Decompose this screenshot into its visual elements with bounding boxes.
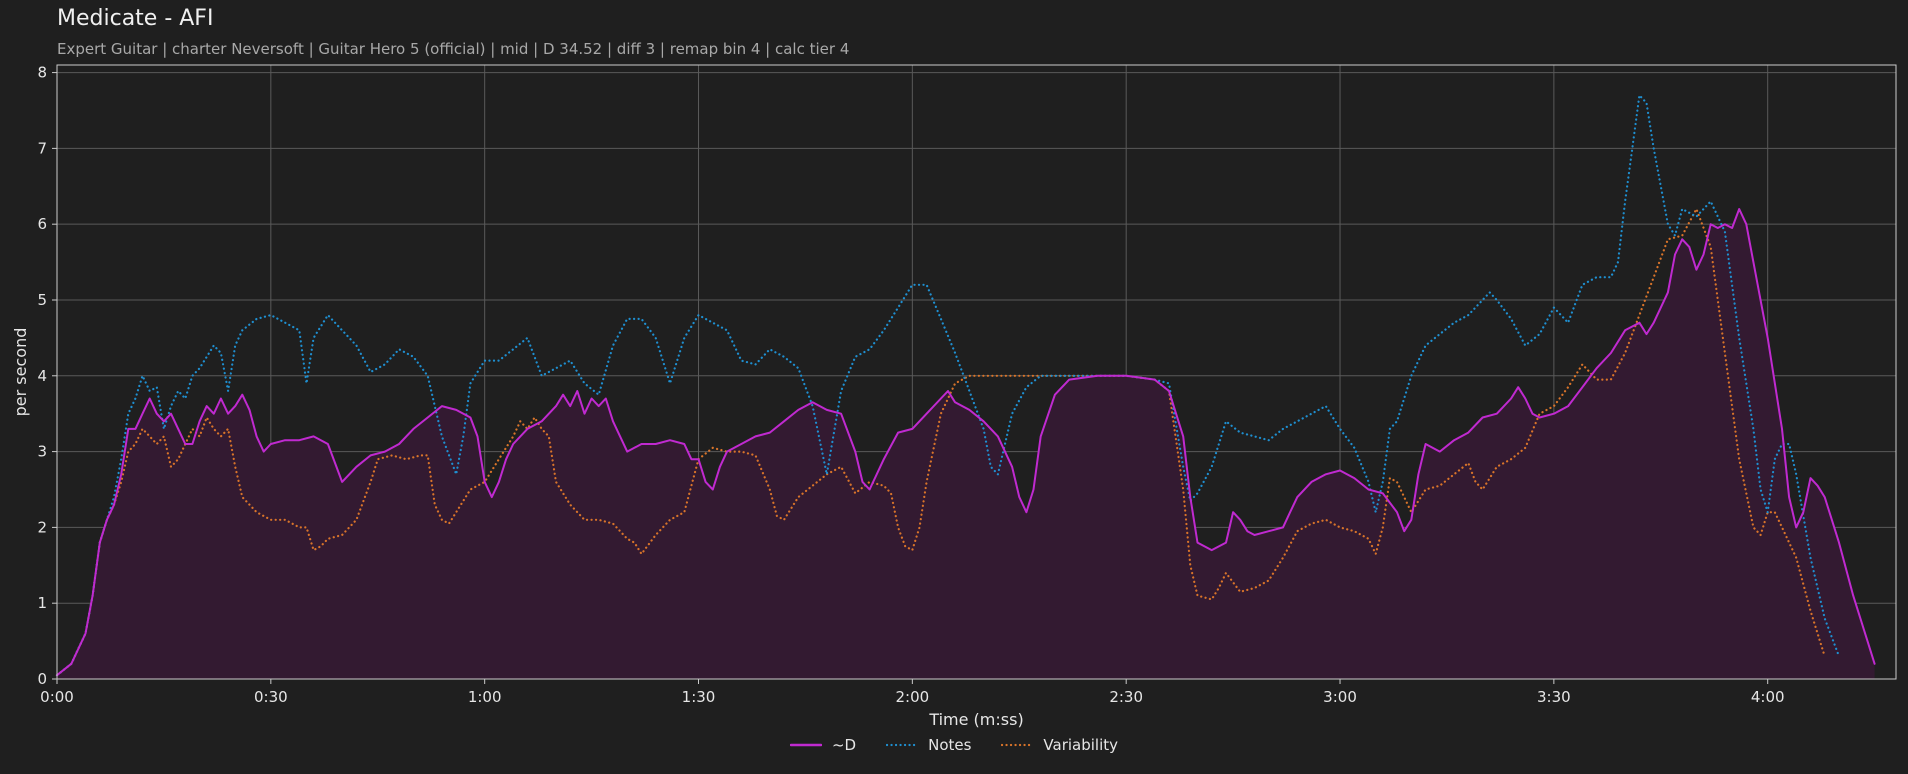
x-tick-label: 0:00: [40, 688, 74, 706]
x-tick-label: 3:30: [1537, 688, 1571, 706]
y-tick-label: 6: [37, 215, 47, 233]
x-tick-label: 1:30: [682, 688, 716, 706]
legend-item: Variability: [1001, 736, 1118, 754]
legend: ~D Notes Variability: [0, 736, 1908, 754]
y-tick-label: 7: [37, 139, 47, 157]
y-tick-label: 5: [37, 291, 47, 309]
x-tick-label: 0:30: [254, 688, 288, 706]
legend-label: Variability: [1043, 736, 1119, 754]
series-layer: [55, 94, 1876, 679]
y-tick-label: 1: [37, 594, 47, 612]
x-tick-label: 4:00: [1751, 688, 1785, 706]
y-axis-ticks: 0 1 2 3 4 5 6 7 8: [37, 64, 57, 688]
y-axis-label: per second: [11, 328, 30, 417]
legend-label: ~D: [831, 736, 857, 754]
legend-item: Notes: [886, 736, 971, 754]
y-tick-label: 8: [37, 64, 47, 82]
y-tick-label: 2: [37, 518, 47, 536]
x-tick-label: 2:00: [896, 688, 930, 706]
x-tick-label: 3:00: [1323, 688, 1357, 706]
legend-swatch: [1001, 743, 1034, 747]
series-fill-d: [57, 209, 1875, 679]
chart-area: 0:00 0:30 1:00 1:30 2:00 2:30 3:00 3:30 4:00 0 1 2…: [11, 64, 1897, 729]
legend-label: Notes: [928, 736, 972, 754]
legend-item: ~D: [789, 736, 857, 754]
x-axis-label: Time (m:ss): [928, 710, 1023, 729]
x-axis-ticks: 0:00 0:30 1:00 1:30 2:00 2:30 3:00 3:30 4:00: [40, 679, 1785, 706]
legend-swatch: [886, 743, 919, 747]
legend-swatch: [789, 743, 822, 747]
x-tick-label: 1:00: [468, 688, 502, 706]
y-tick-label: 4: [37, 367, 47, 385]
y-tick-label: 3: [37, 443, 47, 461]
y-tick-label: 0: [37, 670, 47, 688]
x-tick-label: 2:30: [1109, 688, 1143, 706]
